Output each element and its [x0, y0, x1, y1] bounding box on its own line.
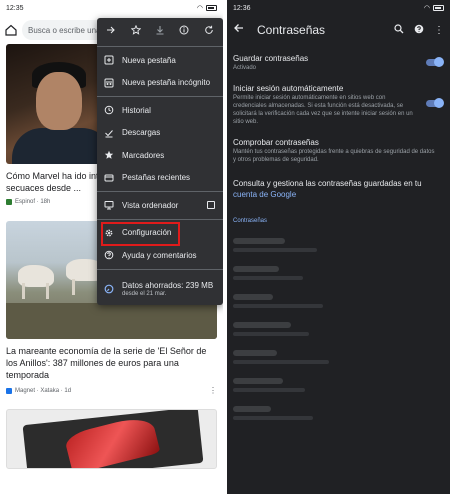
status-icons: ◠ [197, 4, 217, 12]
menu-item-downloads[interactable]: Descargas [97, 122, 223, 145]
menu-item-label: Descargas [122, 128, 161, 138]
article-source: Magnet · Xataka · 1d [15, 387, 72, 394]
data-savings-label: Datos ahorrados: 239 MB [122, 280, 214, 290]
password-entry[interactable] [227, 406, 450, 420]
menu-item-bookmarks[interactable]: Marcadores [97, 144, 223, 167]
check-passwords-setting[interactable]: Comprobar contraseñas Mantén tus contras… [227, 138, 450, 164]
more-options-icon[interactable]: ⋮ [434, 25, 444, 36]
menu-item-recent-tabs[interactable]: Pestañas recientes [97, 167, 223, 190]
data-savings-date: desde el 21 mar. [122, 290, 167, 297]
recent-tabs-icon [104, 173, 114, 183]
status-time: 12:35 [6, 4, 24, 12]
help-icon[interactable] [414, 21, 424, 39]
setting-subtitle: Permite iniciar sesión automáticamente e… [233, 95, 413, 125]
password-entry[interactable] [227, 322, 450, 336]
menu-action-row [97, 18, 223, 44]
menu-item-desktop-site[interactable]: Vista ordenador [97, 194, 223, 217]
search-icon[interactable] [394, 21, 404, 39]
passwords-section-label: Contraseñas [233, 218, 268, 224]
download-icon[interactable] [155, 22, 165, 40]
save-passwords-setting[interactable]: Guardar contraseñas Activado [227, 54, 450, 72]
home-icon[interactable] [4, 23, 18, 37]
incognito-icon [104, 78, 114, 88]
passwords-settings-panel: 12:36 ◠ Contraseñas ⋮ Guardar contraseña… [227, 0, 450, 494]
menu-divider [97, 191, 223, 192]
article-meta: Magnet · Xataka · 1d ⋮ [6, 386, 217, 395]
menu-item-new-tab[interactable]: Nueva pestaña [97, 49, 223, 72]
setting-title: Comprobar contraseñas [233, 138, 319, 147]
settings-header: Contraseñas ⋮ [227, 16, 450, 44]
wifi-icon: ◠ [196, 5, 203, 12]
manage-passwords-text: Consulta y gestiona las contraseñas guar… [227, 178, 450, 200]
setting-title: Iniciar sesión automáticamente [233, 84, 344, 93]
setting-title: Guardar contraseñas [233, 54, 309, 63]
setting-subtitle: Mantén tus contraseñas protegidas frente… [233, 149, 435, 163]
data-savings[interactable]: Datos ahorrados: 239 MB desde el 21 mar. [97, 272, 223, 306]
refresh-icon[interactable] [204, 22, 214, 40]
history-icon [104, 105, 114, 115]
status-bar: 12:36 ◠ [227, 0, 450, 16]
password-entry[interactable] [227, 378, 450, 392]
google-account-link[interactable]: cuenta de Google [233, 190, 296, 199]
data-saver-icon [104, 284, 114, 294]
page-title: Contraseñas [257, 23, 326, 37]
wifi-icon: ◠ [423, 5, 430, 12]
desktop-site-checkbox[interactable] [207, 201, 215, 210]
menu-item-label: Vista ordenador [122, 200, 179, 210]
forward-icon[interactable] [106, 22, 116, 40]
menu-divider [97, 96, 223, 97]
password-entry[interactable] [227, 294, 450, 308]
desktop-icon [104, 200, 114, 210]
menu-item-label: Nueva pestaña incógnito [122, 78, 211, 88]
article-image [6, 409, 217, 469]
save-passwords-toggle[interactable] [426, 57, 444, 67]
password-entry[interactable] [227, 266, 450, 280]
battery-icon [433, 5, 444, 11]
info-icon[interactable] [179, 22, 189, 40]
menu-item-incognito[interactable]: Nueva pestaña incógnito [97, 72, 223, 95]
password-entry[interactable] [227, 238, 450, 252]
auto-signin-toggle[interactable] [426, 98, 444, 108]
download-check-icon [104, 128, 114, 138]
battery-icon [206, 5, 217, 11]
status-bar: 12:35 ◠ [0, 0, 223, 16]
star-icon [104, 150, 114, 160]
menu-item-label: Ayuda y comentarios [122, 250, 197, 260]
help-icon [104, 250, 114, 260]
menu-item-label: Marcadores [122, 150, 165, 160]
menu-divider [97, 218, 223, 220]
back-arrow-icon[interactable] [233, 21, 245, 39]
header-actions: ⋮ [394, 21, 444, 39]
menu-divider [97, 268, 223, 270]
source-icon [6, 199, 12, 205]
more-options-icon[interactable]: ⋮ [209, 386, 217, 395]
status-icons: ◠ [424, 4, 444, 12]
omnibox-input[interactable]: Busca o escribe una [22, 20, 106, 40]
auto-signin-setting[interactable]: Iniciar sesión automáticamente Permite i… [227, 84, 450, 126]
manage-text: Consulta y gestiona las contraseñas guar… [233, 179, 422, 188]
overflow-menu: Nueva pestaña Nueva pestaña incógnito Hi… [97, 18, 223, 305]
chrome-browser-panel: 12:35 ◠ Busca o escribe una Cómo Marvel … [0, 0, 223, 494]
password-entry[interactable] [227, 350, 450, 364]
article-source: Espinof · 18h [15, 199, 51, 205]
article-card[interactable] [0, 409, 223, 469]
star-icon[interactable] [130, 22, 141, 40]
new-tab-icon [104, 55, 114, 65]
menu-item-label: Pestañas recientes [122, 173, 191, 183]
menu-item-label: Nueva pestaña [122, 55, 176, 65]
menu-item-history[interactable]: Historial [97, 99, 223, 122]
menu-divider [97, 46, 223, 47]
article-title[interactable]: La mareante economía de la serie de 'El … [6, 345, 217, 381]
saved-password-list [227, 238, 450, 420]
setting-subtitle: Activado [233, 65, 257, 71]
source-icon [6, 387, 12, 394]
menu-item-help[interactable]: Ayuda y comentarios [97, 244, 223, 267]
menu-item-label: Historial [122, 105, 151, 115]
settings-highlight-box [101, 222, 180, 246]
status-time: 12:36 [233, 4, 251, 12]
